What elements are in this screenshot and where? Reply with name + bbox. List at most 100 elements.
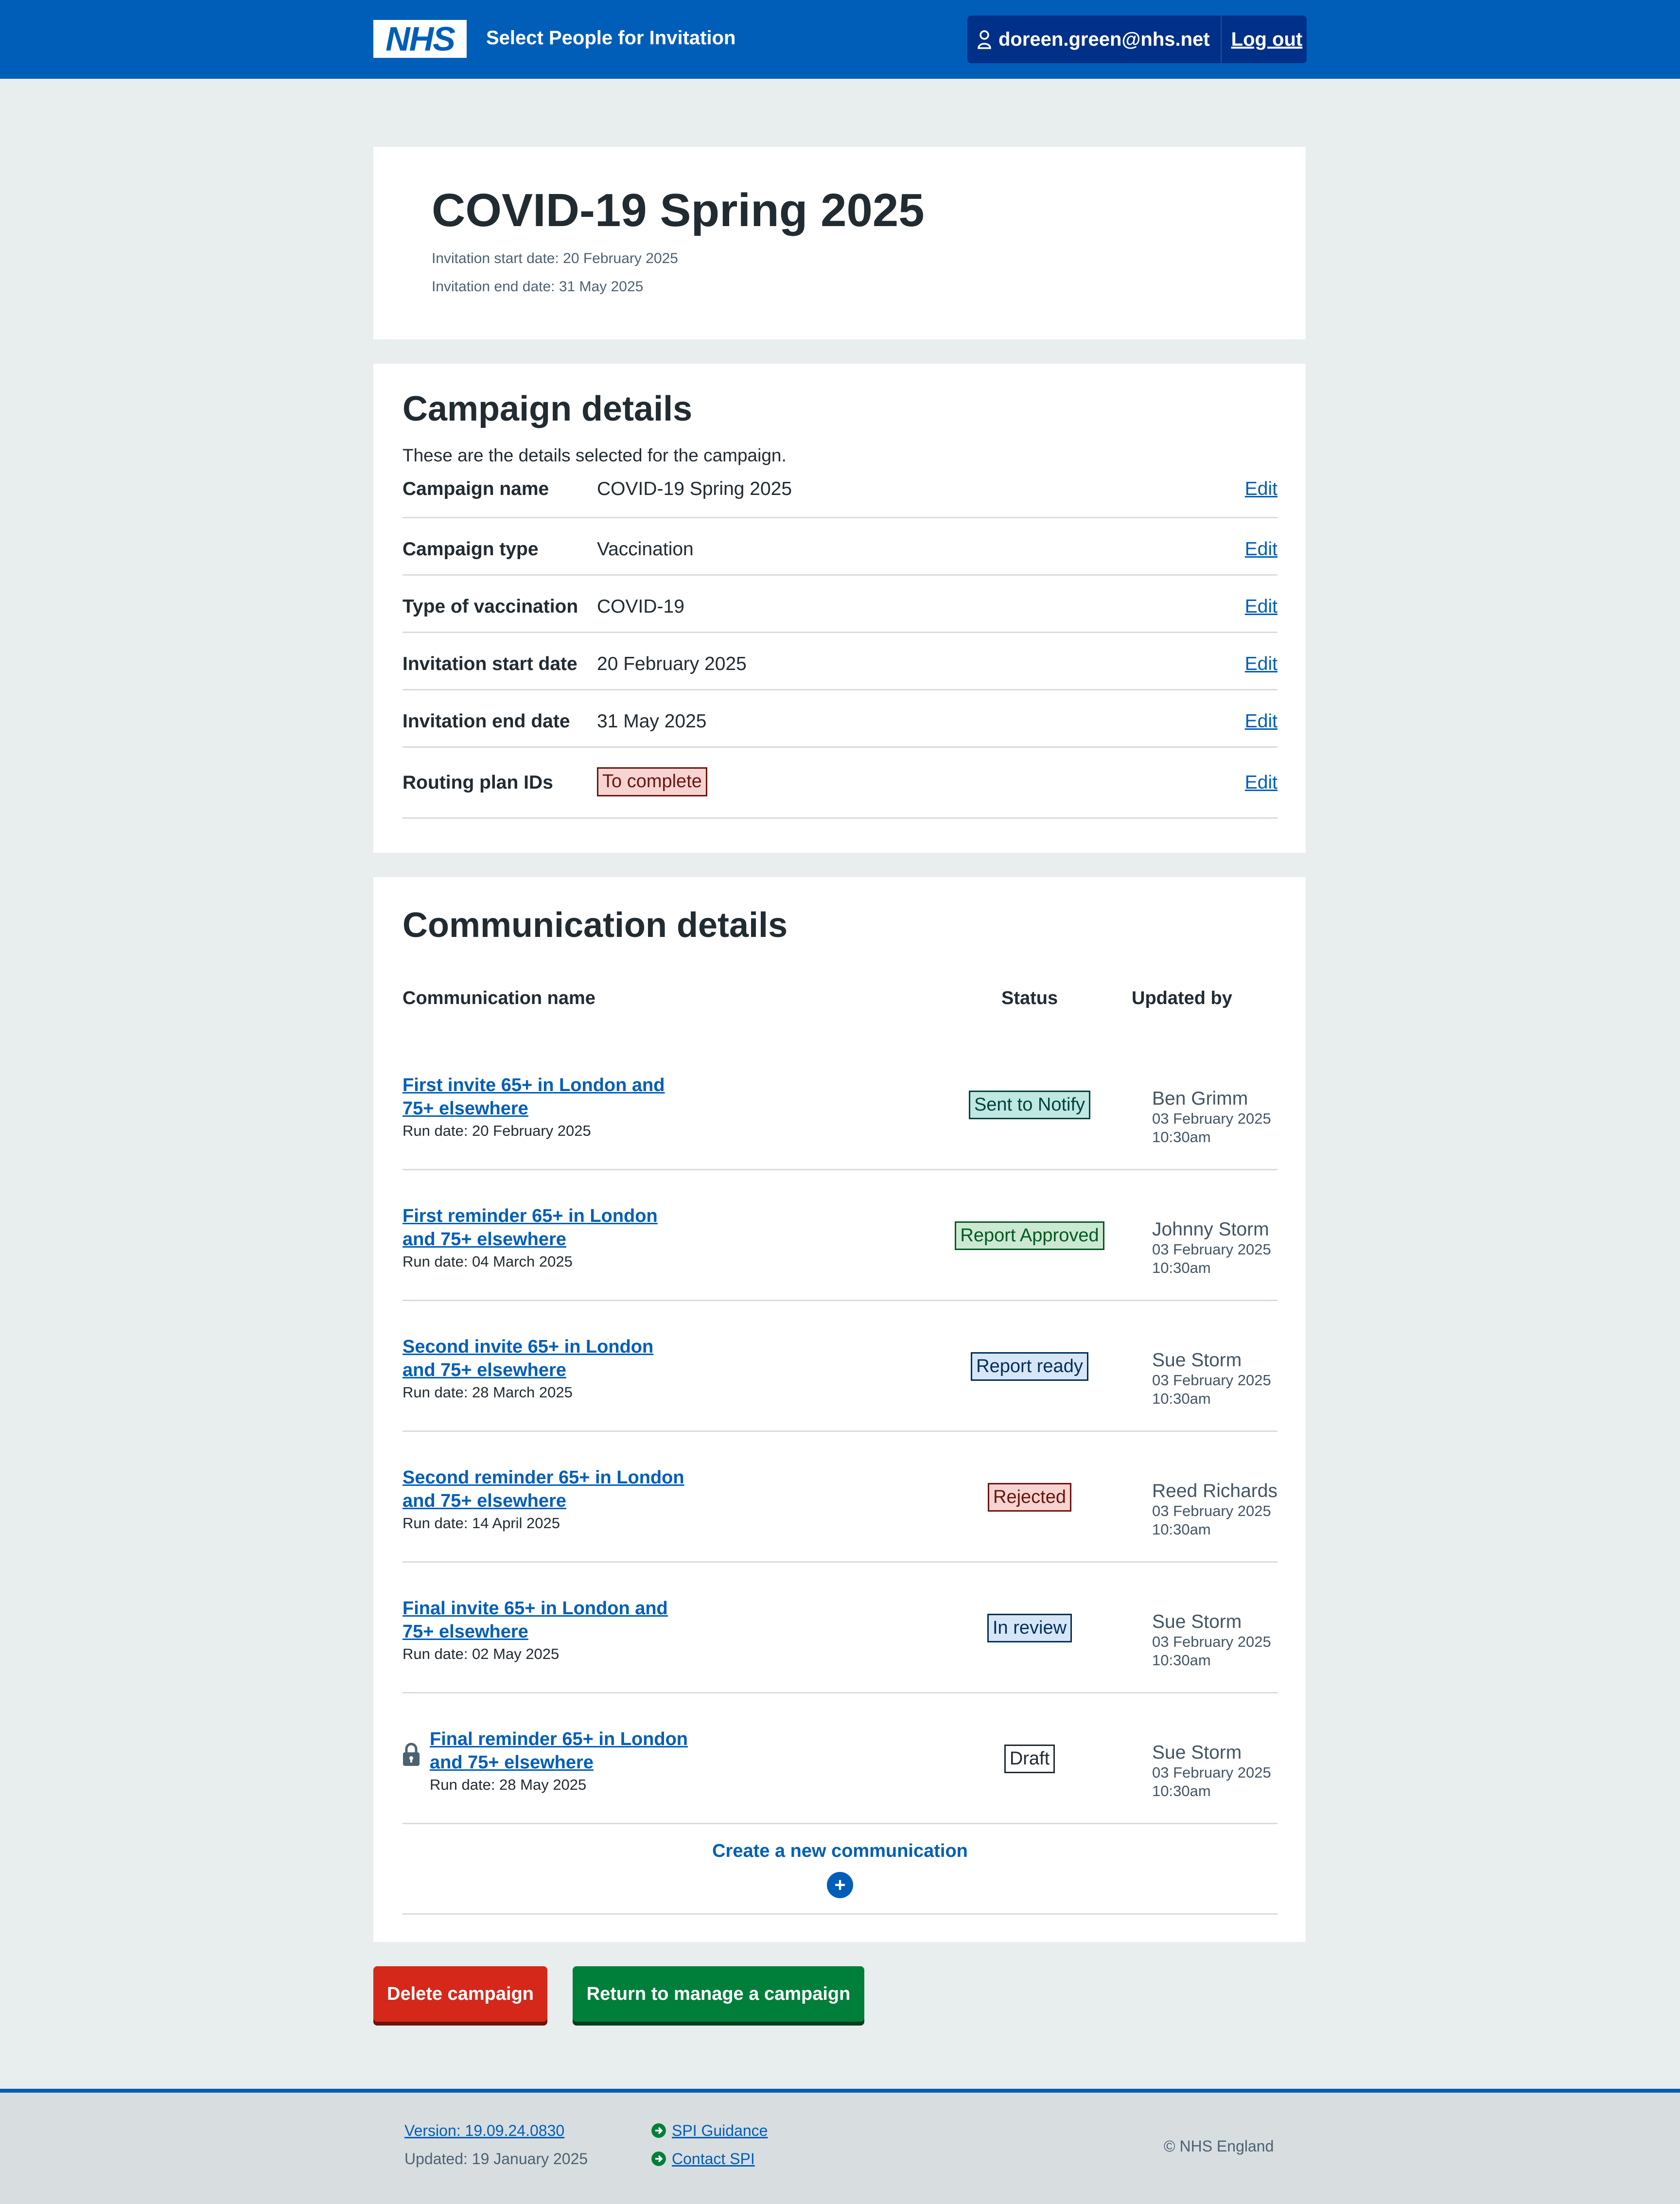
account-bar: doreen.green@nhs.net Log out — [967, 16, 1307, 63]
run-date: Run date: 28 March 2025 — [402, 1384, 573, 1401]
invitation-start: Invitation start date: 20 February 2025 — [432, 250, 678, 266]
arrow-right-circle-icon — [651, 2123, 666, 2138]
updated-time: 10:30am — [1152, 1390, 1211, 1407]
summary-key: Campaign name — [402, 478, 549, 499]
updated-by-name: Sue Storm — [1152, 1611, 1242, 1632]
summary-row-vaccination-type: Type of vaccination COVID-19 Edit — [402, 576, 1278, 633]
updated-by: Sue Storm 03 February 2025 10:30am — [1152, 1742, 1271, 1800]
table-row: Final invite 65+ in London and 75+ elsew… — [402, 1563, 1278, 1693]
arrow-right-circle-icon — [651, 2151, 666, 2166]
copyright: © NHS England — [1164, 2137, 1274, 2155]
updated-by-name: Johnny Storm — [1152, 1219, 1269, 1240]
summary-key: Invitation end date — [402, 711, 570, 732]
page-title: COVID-19 Spring 2025 — [432, 184, 925, 236]
nhs-logo[interactable]: NHS — [373, 20, 467, 58]
table-row: First invite 65+ in London and 75+ elsew… — [402, 1040, 1278, 1170]
summary-key: Campaign type — [402, 539, 539, 560]
updated-date: 03 February 2025 — [1152, 1502, 1271, 1519]
site-footer: Version: 19.09.24.0830 Updated: 19 Janua… — [0, 2089, 1680, 2204]
status-badge: Sent to Notify — [968, 1090, 1091, 1120]
updated-by-name: Sue Storm — [1152, 1742, 1242, 1763]
communication-link[interactable]: Final invite 65+ in London and 75+ elsew… — [402, 1597, 689, 1643]
status-cell: In review — [889, 1563, 1171, 1693]
table-row: Final reminder 65+ in London and 75+ els… — [402, 1693, 1278, 1824]
lock-icon — [403, 1743, 420, 1766]
campaign-details-heading: Campaign details — [402, 389, 693, 428]
status-cell: Rejected — [889, 1432, 1171, 1563]
communication-details-heading: Communication details — [402, 906, 788, 945]
status-cell: Report Approved — [889, 1170, 1171, 1301]
status-cell: Sent to Notify — [889, 1040, 1171, 1170]
communication-link[interactable]: First reminder 65+ in London and 75+ els… — [402, 1204, 689, 1251]
updated-by-name: Sue Storm — [1152, 1350, 1242, 1371]
status-badge: Report ready — [971, 1352, 1088, 1381]
communication-link[interactable]: Second reminder 65+ in London and 75+ el… — [402, 1466, 689, 1513]
communication-link[interactable]: Second invite 65+ in London and 75+ else… — [402, 1335, 689, 1382]
column-header-updated-by: Updated by — [1132, 988, 1232, 1008]
spi-guidance-link[interactable]: SPI Guidance — [672, 2122, 768, 2140]
create-communication-label[interactable]: Create a new communication — [402, 1841, 1278, 1862]
summary-key: Invitation start date — [402, 653, 578, 674]
updated-date: Updated: 19 January 2025 — [404, 2150, 588, 2168]
contact-spi-link[interactable]: Contact SPI — [672, 2150, 755, 2168]
summary-value: COVID-19 — [597, 596, 684, 617]
edit-start-date-link[interactable]: Edit — [1245, 653, 1278, 675]
campaign-details-lead: These are the details selected for the c… — [402, 445, 787, 465]
updated-by: Sue Storm 03 February 2025 10:30am — [1152, 1611, 1271, 1670]
updated-date: 03 February 2025 — [1152, 1110, 1271, 1127]
edit-vaccination-type-link[interactable]: Edit — [1245, 596, 1278, 617]
edit-campaign-name-link[interactable]: Edit — [1245, 478, 1278, 500]
summary-row-end-date: Invitation end date 31 May 2025 Edit — [402, 690, 1278, 748]
summary-value: COVID-19 Spring 2025 — [597, 478, 792, 499]
summary-value: Vaccination — [597, 539, 694, 560]
summary-value: 20 February 2025 — [597, 653, 747, 674]
summary-row-start-date: Invitation start date 20 February 2025 E… — [402, 633, 1278, 690]
updated-time: 10:30am — [1152, 1652, 1211, 1669]
status-badge: To complete — [597, 767, 707, 796]
delete-campaign-button[interactable]: Delete campaign — [373, 1966, 547, 2022]
campaign-details-card: Campaign details These are the details s… — [373, 364, 1306, 853]
site-header: NHS Select People for Invitation doreen.… — [0, 0, 1680, 79]
summary-row-campaign-name: Campaign name COVID-19 Spring 2025 Edit — [402, 474, 1278, 518]
status-cell: Draft — [889, 1693, 1171, 1824]
status-badge: Draft — [1004, 1744, 1055, 1774]
updated-date: 03 February 2025 — [1152, 1372, 1271, 1389]
updated-by: Ben Grimm 03 February 2025 10:30am — [1152, 1088, 1271, 1146]
updated-by: Sue Storm 03 February 2025 10:30am — [1152, 1350, 1271, 1408]
logout-link[interactable]: Log out — [1222, 29, 1303, 51]
status-cell: Report ready — [889, 1301, 1171, 1432]
campaign-summary-card: COVID-19 Spring 2025 Invitation start da… — [373, 147, 1306, 339]
updated-date: 03 February 2025 — [1152, 1633, 1271, 1650]
plus-icon[interactable]: + — [827, 1872, 853, 1898]
version-link[interactable]: Version: 19.09.24.0830 — [404, 2122, 564, 2140]
updated-by: Johnny Storm 03 February 2025 10:30am — [1152, 1219, 1271, 1277]
table-row: Second invite 65+ in London and 75+ else… — [402, 1301, 1278, 1432]
status-badge: Rejected — [988, 1482, 1071, 1512]
status-badge: In review — [987, 1613, 1072, 1643]
communication-details-card: Communication details Communication name… — [373, 877, 1306, 1942]
table-row: First reminder 65+ in London and 75+ els… — [402, 1170, 1278, 1301]
run-date: Run date: 14 April 2025 — [402, 1515, 560, 1532]
summary-value: To complete — [597, 767, 707, 796]
updated-by-name: Reed Richards — [1152, 1481, 1278, 1501]
updated-date: 03 February 2025 — [1152, 1241, 1271, 1258]
return-to-manage-button[interactable]: Return to manage a campaign — [573, 1966, 864, 2022]
edit-campaign-type-link[interactable]: Edit — [1245, 539, 1278, 560]
status-badge: Report Approved — [955, 1221, 1104, 1251]
run-date: Run date: 28 May 2025 — [430, 1776, 587, 1793]
run-date: Run date: 20 February 2025 — [402, 1122, 591, 1139]
updated-time: 10:30am — [1152, 1521, 1211, 1538]
summary-key: Routing plan IDs — [402, 772, 553, 793]
edit-end-date-link[interactable]: Edit — [1245, 711, 1278, 732]
service-name[interactable]: Select People for Invitation — [486, 25, 735, 51]
updated-date: 03 February 2025 — [1152, 1764, 1271, 1781]
summary-value: 31 May 2025 — [597, 711, 707, 732]
updated-by: Reed Richards 03 February 2025 10:30am — [1152, 1481, 1278, 1539]
edit-routing-plan-link[interactable]: Edit — [1245, 772, 1278, 793]
table-row: Second reminder 65+ in London and 75+ el… — [402, 1432, 1278, 1563]
communication-link[interactable]: Final reminder 65+ in London and 75+ els… — [430, 1728, 717, 1774]
communication-link[interactable]: First invite 65+ in London and 75+ elsew… — [402, 1074, 689, 1120]
summary-row-campaign-type: Campaign type Vaccination Edit — [402, 518, 1278, 576]
create-communication-button[interactable]: Create a new communication + — [402, 1825, 1278, 1915]
column-header-status: Status — [1001, 988, 1058, 1008]
